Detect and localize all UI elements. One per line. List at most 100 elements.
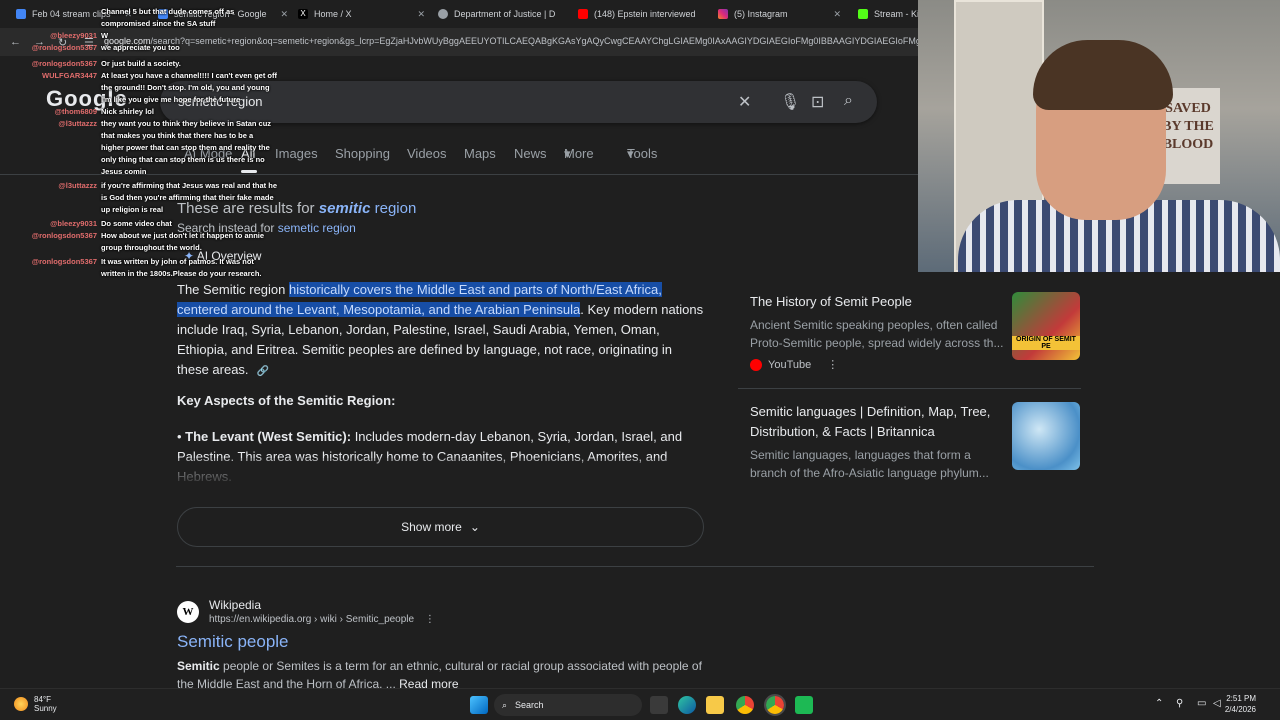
start-icon[interactable] bbox=[470, 696, 488, 714]
file-explorer-icon[interactable] bbox=[706, 696, 724, 714]
network-icon[interactable]: ▭ bbox=[1197, 698, 1206, 709]
chat-username: @l3uttazzz bbox=[58, 119, 97, 128]
show-more-button[interactable]: Show more ⌄ bbox=[177, 507, 704, 547]
more-options-icon[interactable]: ⋮ bbox=[425, 614, 435, 625]
content-fade bbox=[177, 458, 707, 488]
tab-label: Feb 04 stream clips bbox=[32, 9, 111, 19]
microphone-icon[interactable]: 🎙 bbox=[780, 92, 800, 112]
chat-text: is God then you're affirming that their … bbox=[101, 193, 274, 202]
close-icon[interactable]: ✕ bbox=[418, 9, 426, 20]
card-title[interactable]: Semitic languages | Definition, Map, Tre… bbox=[750, 402, 1005, 442]
clock-date: 2/4/2026 bbox=[1224, 705, 1256, 714]
youtube-icon bbox=[750, 358, 762, 371]
browser-tab[interactable]: (148) Epstein interviewed bbox=[578, 6, 696, 22]
task-view-icon[interactable] bbox=[650, 696, 668, 714]
result-url-text: https://en.wikipedia.org › wiki › Semiti… bbox=[209, 614, 415, 625]
card-title[interactable]: The History of Semit People bbox=[750, 292, 1005, 312]
chat-username: WULFGAR3447 bbox=[41, 71, 97, 80]
chat-text: At least you have a channel!!!! I can't … bbox=[101, 71, 277, 80]
taskbar-search[interactable]: ⌕ Search bbox=[494, 694, 642, 716]
tab-videos[interactable]: Videos bbox=[407, 146, 447, 161]
chrome-active-icon[interactable] bbox=[764, 694, 786, 716]
youtube-icon bbox=[578, 9, 588, 19]
tab-news[interactable]: News bbox=[514, 146, 547, 161]
chevron-up-icon[interactable]: ⌃ bbox=[1155, 698, 1163, 709]
chat-text: How about we just don't let it happen to… bbox=[101, 231, 265, 240]
chat-text: written in the 1800s.Please do your rese… bbox=[101, 269, 262, 278]
chevron-down-icon: ⌄ bbox=[469, 520, 480, 534]
clock[interactable]: 2:51 PM 2/4/2026 bbox=[1225, 693, 1256, 715]
edge-icon[interactable] bbox=[678, 696, 696, 714]
url-field[interactable]: google.com/search?q=semetic+region&oq=se… bbox=[104, 36, 918, 46]
video-thumbnail[interactable]: ORIGIN OF SEMIT PE bbox=[1012, 292, 1080, 360]
kick-icon bbox=[858, 9, 868, 19]
results-divider bbox=[176, 566, 1094, 567]
x-logo-icon: X bbox=[298, 9, 308, 19]
card-description: Semitic languages, languages that form a… bbox=[750, 448, 989, 480]
chat-text: we appreciate you too bbox=[101, 43, 180, 52]
close-icon[interactable]: ✕ bbox=[281, 9, 289, 20]
bullet-heading: The Levant (West Semitic): bbox=[185, 429, 352, 444]
location-icon[interactable]: ⚲ bbox=[1176, 698, 1183, 709]
dropdown-arrow-icon: ▾ bbox=[564, 146, 571, 161]
map-thumbnail[interactable] bbox=[1012, 402, 1080, 470]
instagram-icon bbox=[718, 9, 728, 19]
webcam-hair bbox=[1033, 40, 1173, 110]
taskbar-search-label: Search bbox=[515, 700, 544, 710]
ai-overview-text: The Semitic region historically covers t… bbox=[177, 280, 707, 380]
tab-label: Department of Justice | D bbox=[454, 9, 556, 19]
chat-text: higher power that can stop them and real… bbox=[101, 143, 270, 152]
active-tab-indicator bbox=[241, 170, 257, 173]
chat-username: @ronlogsdon5367 bbox=[31, 231, 97, 240]
chat-text: that makes you think that there has to b… bbox=[101, 131, 254, 140]
app-icon[interactable] bbox=[795, 696, 813, 714]
search-icon[interactable]: ⌕ bbox=[844, 92, 853, 110]
thumbnail-caption: ORIGIN OF SEMIT PE bbox=[1012, 336, 1080, 350]
lens-icon[interactable]: ⊡ bbox=[811, 92, 824, 112]
original-query-link[interactable]: semetic region bbox=[278, 221, 356, 235]
card-divider bbox=[738, 388, 1081, 389]
chat-text: Jesus comin bbox=[101, 167, 147, 176]
ai-intro-start: The Semitic region bbox=[177, 282, 289, 297]
weather-widget[interactable]: 84°F Sunny bbox=[14, 695, 57, 713]
result-title-link[interactable]: Semitic people bbox=[177, 632, 289, 652]
chat-username: @ronlogsdon5367 bbox=[31, 43, 97, 52]
tab-maps[interactable]: Maps bbox=[464, 146, 496, 161]
tab-label: (148) Epstein interviewed bbox=[594, 9, 696, 19]
chat-text: W bbox=[101, 31, 109, 40]
volume-icon[interactable]: ◁ bbox=[1213, 698, 1221, 709]
chrome-icon[interactable] bbox=[736, 696, 754, 714]
chat-username: @ronlogsdon5367 bbox=[31, 257, 97, 266]
more-options-icon[interactable]: ⋮ bbox=[827, 358, 838, 371]
tab-shopping[interactable]: Shopping bbox=[335, 146, 390, 161]
chat-username: @bleezy9031 bbox=[50, 31, 97, 40]
chat-text: Or just build a society. bbox=[101, 59, 181, 68]
chat-text: if you're affirming that Jesus was real … bbox=[101, 181, 277, 190]
wikipedia-icon: W bbox=[177, 601, 199, 623]
webcam-overlay: SAVED BY THE BLOOD bbox=[918, 0, 1280, 272]
browser-tab[interactable]: X Home / X ✕ bbox=[298, 6, 425, 22]
chat-text: they want you to think they believe in S… bbox=[101, 119, 272, 128]
browser-tab[interactable]: (5) Instagram ✕ bbox=[718, 6, 841, 22]
browser-tab[interactable]: Department of Justice | D bbox=[438, 6, 555, 22]
chat-text: I'm like you give me hope for the future bbox=[101, 95, 241, 104]
corrected-query-link[interactable]: semitic region bbox=[319, 200, 417, 217]
close-icon[interactable]: ✕ bbox=[834, 9, 842, 20]
link-icon[interactable]: 🔗 bbox=[257, 362, 271, 377]
result-url: https://en.wikipedia.org › wiki › Semiti… bbox=[209, 614, 435, 625]
weather-temp: 84°F bbox=[34, 695, 51, 704]
taskbar: 84°F Sunny ⌕ Search ⌃ ⚲ ▭ ◁ 2:51 PM 2/4/202… bbox=[0, 688, 1280, 720]
chat-text: It was written by john of patmos. It was… bbox=[101, 257, 254, 266]
card-description: Ancient Semitic speaking peoples, often … bbox=[750, 318, 1004, 350]
tab-favicon-icon bbox=[16, 9, 26, 19]
snippet-bold: Semitic bbox=[177, 659, 220, 673]
search-icon: ⌕ bbox=[502, 699, 508, 710]
tab-label: Home / X bbox=[314, 9, 352, 19]
url-path: /search?q=semetic+region&oq=semetic+regi… bbox=[150, 36, 918, 46]
chat-text: only thing that can stop them is us ther… bbox=[101, 155, 265, 164]
chat-username: @bleezy9031 bbox=[50, 219, 97, 228]
clear-icon[interactable]: ✕ bbox=[738, 92, 751, 112]
tab-images[interactable]: Images bbox=[275, 146, 318, 161]
chat-text: group throughout the world. bbox=[101, 243, 202, 252]
chat-text: the ground!! Don't stop. I'm old, you an… bbox=[101, 83, 270, 92]
